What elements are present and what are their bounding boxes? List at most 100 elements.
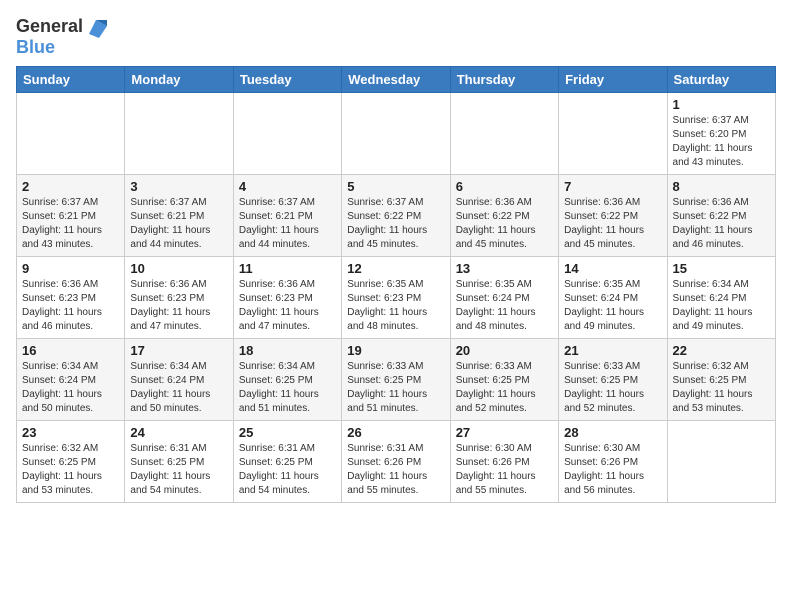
day-number: 8 [673, 179, 770, 194]
day-number: 23 [22, 425, 119, 440]
day-number: 26 [347, 425, 444, 440]
day-cell: 15 Sunrise: 6:34 AM Sunset: 6:24 PM Dayli… [667, 256, 775, 338]
day-cell: 22Sunrise: 6:32 AM Sunset: 6:25 PM Dayli… [667, 338, 775, 420]
day-cell: 11 Sunrise: 6:36 AM Sunset: 6:23 PM Dayli… [233, 256, 341, 338]
day-info: Sunrise: 6:30 AM Sunset: 6:26 PM Dayligh… [564, 442, 661, 498]
day-info: Sunrise: 6:33 AM Sunset: 6:25 PM Dayligh… [456, 360, 553, 416]
day-number: 24 [130, 425, 227, 440]
weekday-header-monday: Monday [125, 66, 233, 92]
day-cell [233, 92, 341, 174]
weekday-header-wednesday: Wednesday [342, 66, 450, 92]
day-cell: 10Sunrise: 6:36 AM Sunset: 6:23 PM Dayli… [125, 256, 233, 338]
day-cell: 7 Sunrise: 6:36 AM Sunset: 6:22 PM Daylig… [559, 174, 667, 256]
weekday-header-friday: Friday [559, 66, 667, 92]
day-info: Sunrise: 6:35 AM Sunset: 6:23 PM Dayligh… [347, 278, 444, 334]
day-info: Sunrise: 6:37 AM Sunset: 6:22 PM Dayligh… [347, 196, 444, 252]
day-number: 5 [347, 179, 444, 194]
day-info: Sunrise: 6:37 AM Sunset: 6:20 PM Dayligh… [673, 114, 770, 170]
day-cell: 13 Sunrise: 6:35 AM Sunset: 6:24 PM Dayli… [450, 256, 558, 338]
day-cell: 17 Sunrise: 6:34 AM Sunset: 6:24 PM Dayli… [125, 338, 233, 420]
day-cell: 28 Sunrise: 6:30 AM Sunset: 6:26 PM Dayli… [559, 420, 667, 502]
day-number: 15 [673, 261, 770, 276]
week-row-4: 16 Sunrise: 6:34 AM Sunset: 6:24 PM Dayli… [17, 338, 776, 420]
day-info: Sunrise: 6:34 AM Sunset: 6:24 PM Dayligh… [130, 360, 227, 416]
day-cell: 25 Sunrise: 6:31 AM Sunset: 6:25 PM Dayli… [233, 420, 341, 502]
day-number: 27 [456, 425, 553, 440]
day-cell: 2 Sunrise: 6:37 AM Sunset: 6:21 PM Daylig… [17, 174, 125, 256]
logo: General Blue [16, 16, 107, 58]
day-number: 9 [22, 261, 119, 276]
day-info: Sunrise: 6:34 AM Sunset: 6:24 PM Dayligh… [22, 360, 119, 416]
day-cell: 5 Sunrise: 6:37 AM Sunset: 6:22 PM Daylig… [342, 174, 450, 256]
weekday-header-sunday: Sunday [17, 66, 125, 92]
day-cell: 1Sunrise: 6:37 AM Sunset: 6:20 PM Daylig… [667, 92, 775, 174]
day-number: 2 [22, 179, 119, 194]
week-row-2: 2 Sunrise: 6:37 AM Sunset: 6:21 PM Daylig… [17, 174, 776, 256]
day-number: 11 [239, 261, 336, 276]
day-cell: 4 Sunrise: 6:37 AM Sunset: 6:21 PM Daylig… [233, 174, 341, 256]
day-cell: 14Sunrise: 6:35 AM Sunset: 6:24 PM Dayli… [559, 256, 667, 338]
weekday-header-row: SundayMondayTuesdayWednesdayThursdayFrid… [17, 66, 776, 92]
calendar-header: General Blue [16, 16, 776, 58]
day-cell: 18Sunrise: 6:34 AM Sunset: 6:25 PM Dayli… [233, 338, 341, 420]
day-number: 4 [239, 179, 336, 194]
week-row-3: 9 Sunrise: 6:36 AM Sunset: 6:23 PM Daylig… [17, 256, 776, 338]
day-cell [17, 92, 125, 174]
weekday-header-thursday: Thursday [450, 66, 558, 92]
day-cell: 16 Sunrise: 6:34 AM Sunset: 6:24 PM Dayli… [17, 338, 125, 420]
day-info: Sunrise: 6:36 AM Sunset: 6:22 PM Dayligh… [456, 196, 553, 252]
day-number: 14 [564, 261, 661, 276]
day-number: 22 [673, 343, 770, 358]
day-info: Sunrise: 6:36 AM Sunset: 6:23 PM Dayligh… [239, 278, 336, 334]
day-cell: 6Sunrise: 6:36 AM Sunset: 6:22 PM Daylig… [450, 174, 558, 256]
day-number: 12 [347, 261, 444, 276]
day-info: Sunrise: 6:31 AM Sunset: 6:25 PM Dayligh… [130, 442, 227, 498]
day-number: 7 [564, 179, 661, 194]
day-number: 17 [130, 343, 227, 358]
logo-text: General [16, 17, 83, 37]
day-info: Sunrise: 6:33 AM Sunset: 6:25 PM Dayligh… [347, 360, 444, 416]
day-info: Sunrise: 6:37 AM Sunset: 6:21 PM Dayligh… [239, 196, 336, 252]
day-cell: 23 Sunrise: 6:32 AM Sunset: 6:25 PM Dayli… [17, 420, 125, 502]
weekday-header-tuesday: Tuesday [233, 66, 341, 92]
day-cell [342, 92, 450, 174]
day-number: 21 [564, 343, 661, 358]
day-cell: 27 Sunrise: 6:30 AM Sunset: 6:26 PM Dayli… [450, 420, 558, 502]
day-info: Sunrise: 6:34 AM Sunset: 6:25 PM Dayligh… [239, 360, 336, 416]
day-number: 16 [22, 343, 119, 358]
day-cell: 9 Sunrise: 6:36 AM Sunset: 6:23 PM Daylig… [17, 256, 125, 338]
day-cell: 26 Sunrise: 6:31 AM Sunset: 6:26 PM Dayli… [342, 420, 450, 502]
day-number: 13 [456, 261, 553, 276]
day-number: 28 [564, 425, 661, 440]
day-number: 25 [239, 425, 336, 440]
day-info: Sunrise: 6:36 AM Sunset: 6:22 PM Dayligh… [564, 196, 661, 252]
day-cell: 12 Sunrise: 6:35 AM Sunset: 6:23 PM Dayli… [342, 256, 450, 338]
logo-blue: Blue [16, 38, 107, 58]
day-info: Sunrise: 6:33 AM Sunset: 6:25 PM Dayligh… [564, 360, 661, 416]
day-info: Sunrise: 6:30 AM Sunset: 6:26 PM Dayligh… [456, 442, 553, 498]
calendar-table: SundayMondayTuesdayWednesdayThursdayFrid… [16, 66, 776, 503]
week-row-1: 1Sunrise: 6:37 AM Sunset: 6:20 PM Daylig… [17, 92, 776, 174]
day-number: 20 [456, 343, 553, 358]
day-info: Sunrise: 6:32 AM Sunset: 6:25 PM Dayligh… [22, 442, 119, 498]
day-info: Sunrise: 6:36 AM Sunset: 6:22 PM Dayligh… [673, 196, 770, 252]
day-info: Sunrise: 6:36 AM Sunset: 6:23 PM Dayligh… [22, 278, 119, 334]
day-cell: 19 Sunrise: 6:33 AM Sunset: 6:25 PM Dayli… [342, 338, 450, 420]
day-cell: 21 Sunrise: 6:33 AM Sunset: 6:25 PM Dayli… [559, 338, 667, 420]
day-cell [450, 92, 558, 174]
day-info: Sunrise: 6:36 AM Sunset: 6:23 PM Dayligh… [130, 278, 227, 334]
day-cell: 3 Sunrise: 6:37 AM Sunset: 6:21 PM Daylig… [125, 174, 233, 256]
day-number: 19 [347, 343, 444, 358]
day-cell: 8 Sunrise: 6:36 AM Sunset: 6:22 PM Daylig… [667, 174, 775, 256]
day-info: Sunrise: 6:34 AM Sunset: 6:24 PM Dayligh… [673, 278, 770, 334]
day-cell: 20 Sunrise: 6:33 AM Sunset: 6:25 PM Dayli… [450, 338, 558, 420]
day-info: Sunrise: 6:31 AM Sunset: 6:26 PM Dayligh… [347, 442, 444, 498]
day-cell [667, 420, 775, 502]
day-cell [559, 92, 667, 174]
day-info: Sunrise: 6:37 AM Sunset: 6:21 PM Dayligh… [22, 196, 119, 252]
day-info: Sunrise: 6:35 AM Sunset: 6:24 PM Dayligh… [456, 278, 553, 334]
day-info: Sunrise: 6:37 AM Sunset: 6:21 PM Dayligh… [130, 196, 227, 252]
day-number: 3 [130, 179, 227, 194]
day-info: Sunrise: 6:31 AM Sunset: 6:25 PM Dayligh… [239, 442, 336, 498]
weekday-header-saturday: Saturday [667, 66, 775, 92]
